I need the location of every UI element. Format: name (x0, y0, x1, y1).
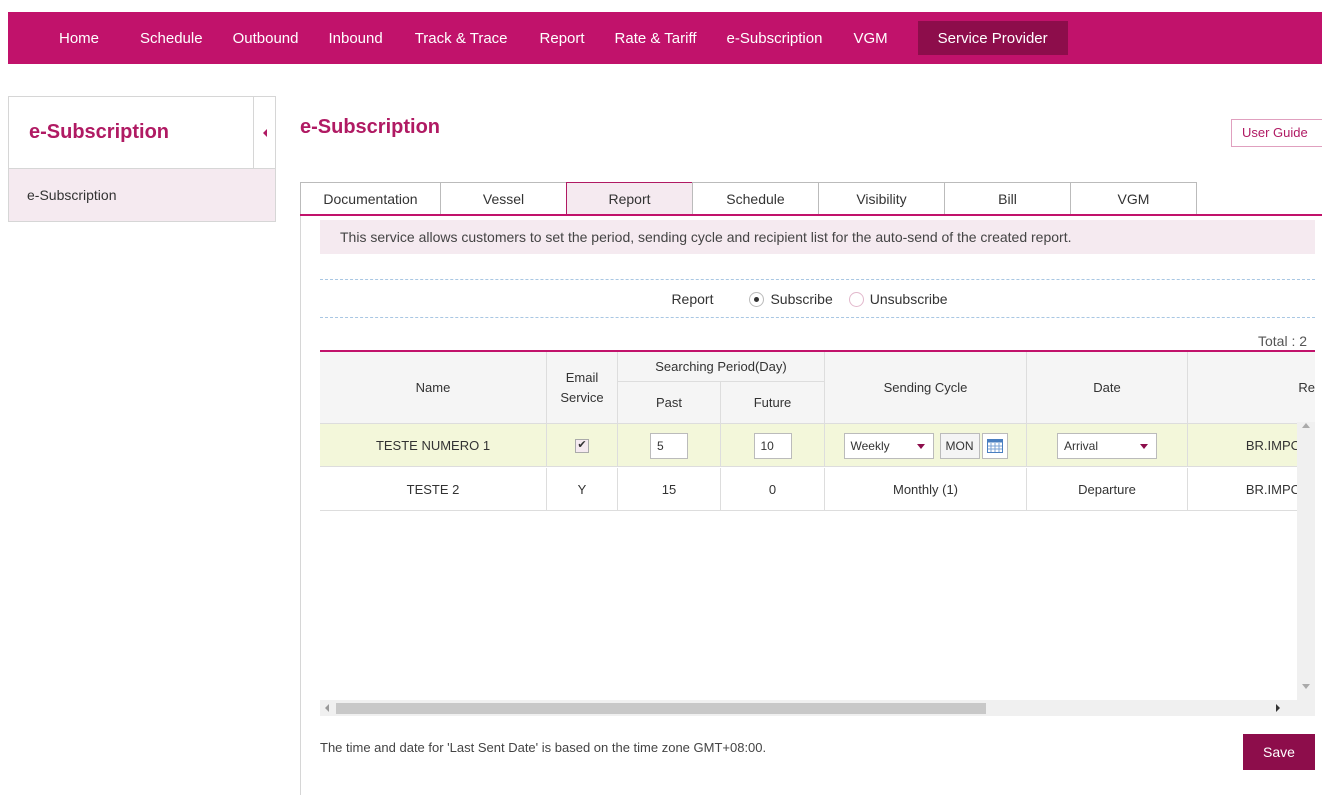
radio-unsubscribe-label: Unsubscribe (869, 291, 948, 307)
col-name: Name (320, 352, 547, 423)
subscribe-label: Report (671, 291, 714, 307)
user-guide-button[interactable]: User Guide (1231, 119, 1322, 147)
tab-bill[interactable]: Bill (944, 182, 1071, 214)
cell-past: 5 (618, 424, 721, 467)
timezone-note: The time and date for 'Last Sent Date' i… (320, 740, 767, 755)
radio-subscribe-label: Subscribe (770, 291, 833, 307)
date-select[interactable]: Arrival (1057, 432, 1157, 459)
radio-subscribe[interactable]: Subscribe (749, 291, 833, 307)
chevron-down-icon (916, 443, 925, 449)
dotted-divider (320, 279, 1315, 280)
radio-unsubscribe[interactable]: Unsubscribe (848, 291, 948, 307)
caret-left-icon (262, 129, 267, 137)
total-count: Total : 2 (1258, 333, 1308, 349)
save-button[interactable]: Save (1243, 734, 1315, 770)
nav-home[interactable]: Home (59, 12, 99, 64)
divider (300, 216, 301, 795)
cell-sending-cycle: Weekly MON (825, 424, 1027, 467)
sidebar-header: e-Subscription (9, 97, 275, 169)
cell-name: TESTE NUMERO 1 (320, 424, 547, 467)
nav-rate-tariff[interactable]: Rate & Tariff (615, 12, 697, 64)
nav-report[interactable]: Report (540, 12, 585, 64)
calendar-button[interactable] (981, 432, 1008, 459)
dotted-divider (320, 317, 1315, 318)
tab-vessel[interactable]: Vessel (440, 182, 567, 214)
chevron-down-icon (1140, 443, 1148, 449)
tab-visibility[interactable]: Visibility (818, 182, 945, 214)
sidebar-item-e-subscription[interactable]: e-Subscription (9, 169, 275, 221)
subscribe-options: Report Subscribe Unsubscribe (320, 284, 1315, 314)
radio-unchecked-icon (848, 291, 864, 307)
tab-report[interactable]: Report (566, 182, 693, 214)
date-select-value: Arrival (1064, 438, 1099, 453)
subscription-table: Name Email Service Searching Period(Day)… (320, 350, 1315, 722)
page-title: e-Subscription (300, 116, 441, 138)
past-input[interactable]: 5 (650, 432, 688, 459)
col-searching-period: Searching Period(Day) (618, 352, 825, 382)
day-field[interactable]: MON (939, 432, 980, 459)
sidebar: e-Subscription e-Subscription (8, 96, 276, 222)
cell-email: Y (547, 468, 618, 511)
cell-future: 10 (721, 424, 825, 467)
scrollbar-arrows-icon (1302, 423, 1310, 689)
tab-bar: Documentation Vessel Report Schedule Vis… (300, 182, 1197, 214)
cell-past: 15 (618, 468, 721, 511)
nav-schedule[interactable]: Schedule (140, 12, 203, 64)
vertical-scrollbar[interactable] (1297, 422, 1315, 700)
col-sending-cycle: Sending Cycle (825, 352, 1027, 423)
tab-documentation[interactable]: Documentation (300, 182, 441, 214)
nav-vgm[interactable]: VGM (853, 12, 887, 64)
cell-recipient: BR.IMPC (1245, 482, 1300, 497)
col-email-service: Email Service (547, 352, 618, 423)
future-input[interactable]: 10 (753, 432, 792, 459)
nav-track-trace[interactable]: Track & Trace (415, 12, 508, 64)
tab-underline (300, 214, 1322, 216)
cell-email: ✔ (547, 424, 618, 467)
col-date: Date (1027, 352, 1188, 423)
nav-service-provider[interactable]: Service Provider (917, 21, 1068, 55)
tab-schedule[interactable]: Schedule (692, 182, 819, 214)
calendar-icon (986, 438, 1003, 453)
tab-vgm[interactable]: VGM (1070, 182, 1197, 214)
col-recipient: Re (1298, 380, 1315, 395)
top-nav: Home Schedule Outbound Inbound Track & T… (8, 12, 1322, 64)
radio-checked-icon (749, 291, 765, 307)
cell-date: Arrival (1027, 424, 1188, 467)
sidebar-collapse-button[interactable] (253, 97, 275, 169)
cell-date: Departure (1027, 468, 1188, 511)
sidebar-title: e-Subscription (29, 121, 170, 143)
scrollbar-thumb[interactable] (336, 703, 986, 714)
col-past: Past (618, 382, 721, 423)
nav-inbound[interactable]: Inbound (328, 12, 382, 64)
nav-outbound[interactable]: Outbound (233, 12, 299, 64)
horizontal-scrollbar[interactable] (320, 700, 1315, 716)
col-future: Future (721, 382, 825, 423)
cell-future: 0 (721, 468, 825, 511)
table-row[interactable]: TESTE NUMERO 1 ✔ 5 10 Weekly MON Arrival… (320, 424, 1300, 467)
cycle-select-value: Weekly (850, 438, 890, 453)
cycle-select[interactable]: Weekly (843, 432, 934, 459)
info-banner: This service allows customers to set the… (320, 220, 1315, 254)
table-row[interactable]: TESTE 2 Y 15 0 Monthly (1) Departure BR.… (320, 468, 1300, 511)
nav-e-subscription[interactable]: e-Subscription (727, 12, 823, 64)
table-header: Name Email Service Searching Period(Day)… (320, 352, 1315, 424)
cell-name: TESTE 2 (320, 468, 547, 511)
cell-recipient: BR.IMPC (1245, 438, 1300, 453)
email-checkbox[interactable]: ✔ (575, 438, 589, 453)
cell-sending-cycle: Monthly (1) (825, 468, 1027, 511)
